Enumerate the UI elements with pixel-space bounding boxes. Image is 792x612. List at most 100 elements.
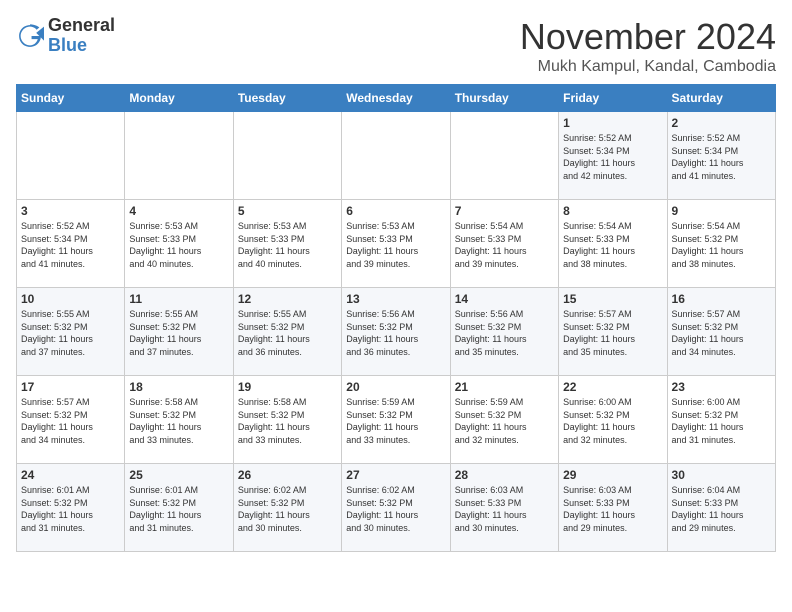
calendar-cell: 1 Sunrise: 5:52 AM Sunset: 5:34 PM Daylig… xyxy=(559,112,667,200)
day-info: Sunrise: 6:03 AM Sunset: 5:33 PM Dayligh… xyxy=(563,484,662,534)
calendar-cell: 26 Sunrise: 6:02 AM Sunset: 5:32 PM Dayli… xyxy=(233,464,341,552)
day-info: Sunrise: 6:01 AM Sunset: 5:32 PM Dayligh… xyxy=(21,484,120,534)
day-number: 20 xyxy=(346,380,445,394)
weekday-header-sunday: Sunday xyxy=(17,85,125,112)
weekday-header-thursday: Thursday xyxy=(450,85,558,112)
calendar-cell: 23Sunrise: 6:00 AM Sunset: 5:32 PM Dayli… xyxy=(667,376,775,464)
logo: General Blue xyxy=(16,16,115,56)
day-number: 27 xyxy=(346,468,445,482)
day-number: 2 xyxy=(672,116,771,130)
calendar-cell: 30 Sunrise: 6:04 AM Sunset: 5:33 PM Dayli… xyxy=(667,464,775,552)
calendar-cell: 9Sunrise: 5:54 AM Sunset: 5:32 PM Daylig… xyxy=(667,200,775,288)
calendar-cell: 7 Sunrise: 5:54 AM Sunset: 5:33 PM Daylig… xyxy=(450,200,558,288)
calendar-cell xyxy=(17,112,125,200)
day-number: 12 xyxy=(238,292,337,306)
day-number: 7 xyxy=(455,204,554,218)
day-info: Sunrise: 5:52 AM Sunset: 5:34 PM Dayligh… xyxy=(672,132,771,182)
weekday-header-saturday: Saturday xyxy=(667,85,775,112)
day-info: Sunrise: 5:54 AM Sunset: 5:32 PM Dayligh… xyxy=(672,220,771,270)
day-info: Sunrise: 5:59 AM Sunset: 5:32 PM Dayligh… xyxy=(346,396,445,446)
day-number: 28 xyxy=(455,468,554,482)
day-number: 4 xyxy=(129,204,228,218)
calendar-cell: 24Sunrise: 6:01 AM Sunset: 5:32 PM Dayli… xyxy=(17,464,125,552)
day-number: 30 xyxy=(672,468,771,482)
day-info: Sunrise: 5:57 AM Sunset: 5:32 PM Dayligh… xyxy=(563,308,662,358)
calendar-cell: 11Sunrise: 5:55 AM Sunset: 5:32 PM Dayli… xyxy=(125,288,233,376)
calendar-cell: 13 Sunrise: 5:56 AM Sunset: 5:32 PM Dayli… xyxy=(342,288,450,376)
day-number: 6 xyxy=(346,204,445,218)
calendar-cell: 18Sunrise: 5:58 AM Sunset: 5:32 PM Dayli… xyxy=(125,376,233,464)
weekday-header-friday: Friday xyxy=(559,85,667,112)
day-number: 29 xyxy=(563,468,662,482)
day-info: Sunrise: 5:56 AM Sunset: 5:32 PM Dayligh… xyxy=(455,308,554,358)
logo-text: General Blue xyxy=(48,16,115,56)
calendar-cell: 5Sunrise: 5:53 AM Sunset: 5:33 PM Daylig… xyxy=(233,200,341,288)
day-info: Sunrise: 5:55 AM Sunset: 5:32 PM Dayligh… xyxy=(21,308,120,358)
weekday-header-monday: Monday xyxy=(125,85,233,112)
day-info: Sunrise: 6:02 AM Sunset: 5:32 PM Dayligh… xyxy=(346,484,445,534)
calendar-cell: 19 Sunrise: 5:58 AM Sunset: 5:32 PM Dayli… xyxy=(233,376,341,464)
day-number: 3 xyxy=(21,204,120,218)
day-number: 15 xyxy=(563,292,662,306)
day-info: Sunrise: 5:54 AM Sunset: 5:33 PM Dayligh… xyxy=(563,220,662,270)
day-number: 22 xyxy=(563,380,662,394)
day-info: Sunrise: 6:00 AM Sunset: 5:32 PM Dayligh… xyxy=(563,396,662,446)
day-info: Sunrise: 5:58 AM Sunset: 5:32 PM Dayligh… xyxy=(238,396,337,446)
day-info: Sunrise: 5:52 AM Sunset: 5:34 PM Dayligh… xyxy=(563,132,662,182)
day-number: 14 xyxy=(455,292,554,306)
title-area: November 2024 Mukh Kampul, Kandal, Cambo… xyxy=(520,16,776,76)
day-info: Sunrise: 5:53 AM Sunset: 5:33 PM Dayligh… xyxy=(346,220,445,270)
day-info: Sunrise: 5:53 AM Sunset: 5:33 PM Dayligh… xyxy=(129,220,228,270)
calendar-cell: 21 Sunrise: 5:59 AM Sunset: 5:32 PM Dayli… xyxy=(450,376,558,464)
calendar-cell: 3 Sunrise: 5:52 AM Sunset: 5:34 PM Daylig… xyxy=(17,200,125,288)
logo-general: General xyxy=(48,15,115,35)
calendar-week-row: 24Sunrise: 6:01 AM Sunset: 5:32 PM Dayli… xyxy=(17,464,776,552)
calendar-cell: 20 Sunrise: 5:59 AM Sunset: 5:32 PM Dayli… xyxy=(342,376,450,464)
calendar-week-row: 1 Sunrise: 5:52 AM Sunset: 5:34 PM Daylig… xyxy=(17,112,776,200)
logo-icon xyxy=(16,22,44,50)
day-number: 16 xyxy=(672,292,771,306)
day-info: Sunrise: 5:52 AM Sunset: 5:34 PM Dayligh… xyxy=(21,220,120,270)
day-number: 21 xyxy=(455,380,554,394)
day-info: Sunrise: 5:59 AM Sunset: 5:32 PM Dayligh… xyxy=(455,396,554,446)
calendar-week-row: 3 Sunrise: 5:52 AM Sunset: 5:34 PM Daylig… xyxy=(17,200,776,288)
calendar-cell: 14 Sunrise: 5:56 AM Sunset: 5:32 PM Dayli… xyxy=(450,288,558,376)
calendar-week-row: 17 Sunrise: 5:57 AM Sunset: 5:32 PM Dayli… xyxy=(17,376,776,464)
day-info: Sunrise: 5:54 AM Sunset: 5:33 PM Dayligh… xyxy=(455,220,554,270)
calendar-cell: 2 Sunrise: 5:52 AM Sunset: 5:34 PM Daylig… xyxy=(667,112,775,200)
calendar-cell: 10 Sunrise: 5:55 AM Sunset: 5:32 PM Dayli… xyxy=(17,288,125,376)
day-info: Sunrise: 6:01 AM Sunset: 5:32 PM Dayligh… xyxy=(129,484,228,534)
day-number: 8 xyxy=(563,204,662,218)
calendar-cell: 15 Sunrise: 5:57 AM Sunset: 5:32 PM Dayli… xyxy=(559,288,667,376)
day-number: 17 xyxy=(21,380,120,394)
day-number: 5 xyxy=(238,204,337,218)
location-title: Mukh Kampul, Kandal, Cambodia xyxy=(520,58,776,76)
calendar-week-row: 10 Sunrise: 5:55 AM Sunset: 5:32 PM Dayli… xyxy=(17,288,776,376)
day-info: Sunrise: 6:04 AM Sunset: 5:33 PM Dayligh… xyxy=(672,484,771,534)
day-number: 13 xyxy=(346,292,445,306)
day-number: 19 xyxy=(238,380,337,394)
calendar-cell xyxy=(342,112,450,200)
day-number: 10 xyxy=(21,292,120,306)
day-info: Sunrise: 6:02 AM Sunset: 5:32 PM Dayligh… xyxy=(238,484,337,534)
calendar-cell: 27 Sunrise: 6:02 AM Sunset: 5:32 PM Dayli… xyxy=(342,464,450,552)
day-info: Sunrise: 5:58 AM Sunset: 5:32 PM Dayligh… xyxy=(129,396,228,446)
day-info: Sunrise: 5:57 AM Sunset: 5:32 PM Dayligh… xyxy=(21,396,120,446)
calendar-cell: 29 Sunrise: 6:03 AM Sunset: 5:33 PM Dayli… xyxy=(559,464,667,552)
day-info: Sunrise: 6:03 AM Sunset: 5:33 PM Dayligh… xyxy=(455,484,554,534)
day-number: 1 xyxy=(563,116,662,130)
calendar-cell: 8 Sunrise: 5:54 AM Sunset: 5:33 PM Daylig… xyxy=(559,200,667,288)
day-info: Sunrise: 5:55 AM Sunset: 5:32 PM Dayligh… xyxy=(129,308,228,358)
day-number: 26 xyxy=(238,468,337,482)
calendar-cell: 12Sunrise: 5:55 AM Sunset: 5:32 PM Dayli… xyxy=(233,288,341,376)
day-number: 25 xyxy=(129,468,228,482)
page-header: General Blue November 2024 Mukh Kampul, … xyxy=(16,16,776,76)
calendar-cell: 28 Sunrise: 6:03 AM Sunset: 5:33 PM Dayli… xyxy=(450,464,558,552)
day-info: Sunrise: 5:56 AM Sunset: 5:32 PM Dayligh… xyxy=(346,308,445,358)
calendar-cell: 4 Sunrise: 5:53 AM Sunset: 5:33 PM Daylig… xyxy=(125,200,233,288)
calendar-cell xyxy=(125,112,233,200)
logo-blue: Blue xyxy=(48,35,87,55)
day-info: Sunrise: 5:57 AM Sunset: 5:32 PM Dayligh… xyxy=(672,308,771,358)
calendar-cell: 25 Sunrise: 6:01 AM Sunset: 5:32 PM Dayli… xyxy=(125,464,233,552)
calendar-cell: 17 Sunrise: 5:57 AM Sunset: 5:32 PM Dayli… xyxy=(17,376,125,464)
